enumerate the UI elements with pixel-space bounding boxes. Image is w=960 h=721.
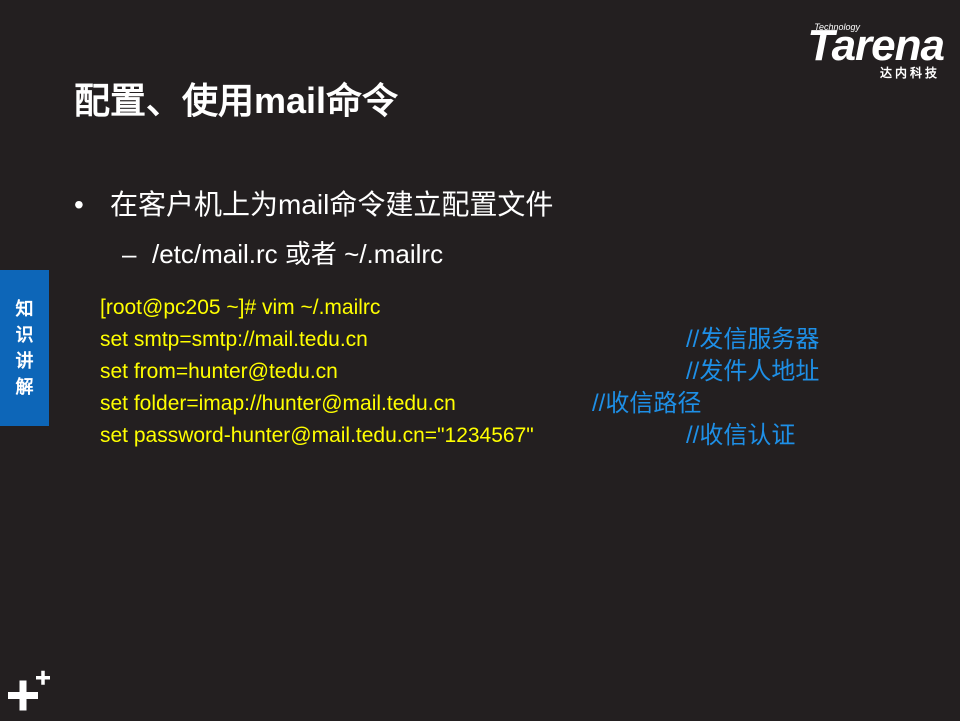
bullet-level2: –/etc/mail.rc 或者 ~/.mailrc [122, 234, 443, 271]
code-line: set password-hunter@mail.tedu.cn="123456… [100, 420, 900, 452]
code-comment: //收信认证 [686, 422, 796, 449]
bullet-dot: • [74, 189, 84, 220]
logo-chinese-text: 达内科技 [879, 66, 940, 80]
side-tab-char: 解 [15, 377, 34, 397]
code-line: set from=hunter@tedu.cn //发件人地址 [100, 356, 900, 388]
bullet-level2-text: /etc/mail.rc 或者 ~/.mailrc [152, 239, 444, 269]
side-tab-char: 讲 [15, 351, 34, 371]
code-line: set smtp=smtp://mail.tedu.cn //发信服务器 [100, 324, 900, 356]
code-text: set smtp=smtp://mail.tedu.cn [100, 328, 368, 351]
bullet-level1-text: 在客户机上为mail命令建立配置文件 [110, 189, 554, 220]
code-block: [root@pc205 ~]# vim ~/.mailrc set smtp=s… [100, 292, 900, 452]
plus-icon [4, 666, 56, 716]
code-comment: //发件人地址 [686, 358, 820, 385]
code-text: set password-hunter@mail.tedu.cn="123456… [100, 424, 534, 447]
bullet-level1: • 在客户机上为mail命令建立配置文件 [74, 183, 553, 223]
tarena-logo: Technology Tarena 达内科技 [774, 21, 945, 84]
code-text: set folder=imap://hunter@mail.tedu.cn [100, 392, 456, 415]
side-tab-char: 识 [15, 325, 34, 345]
logo-wordmark: Tarena [807, 21, 945, 70]
side-tab-char: 知 [15, 299, 34, 319]
code-line: [root@pc205 ~]# vim ~/.mailrc [100, 292, 900, 324]
code-comment: //发信服务器 [686, 326, 820, 353]
code-line: set folder=imap://hunter@mail.tedu.cn //… [100, 388, 900, 420]
code-text: [root@pc205 ~]# vim ~/.mailrc [100, 296, 381, 319]
code-comment: //收信路径 [592, 390, 702, 417]
bullet-dash: – [122, 239, 137, 269]
code-text: set from=hunter@tedu.cn [100, 360, 338, 383]
side-tab-knowledge: 知 识 讲 解 [0, 270, 49, 426]
slide-title: 配置、使用mail命令 [74, 80, 399, 121]
